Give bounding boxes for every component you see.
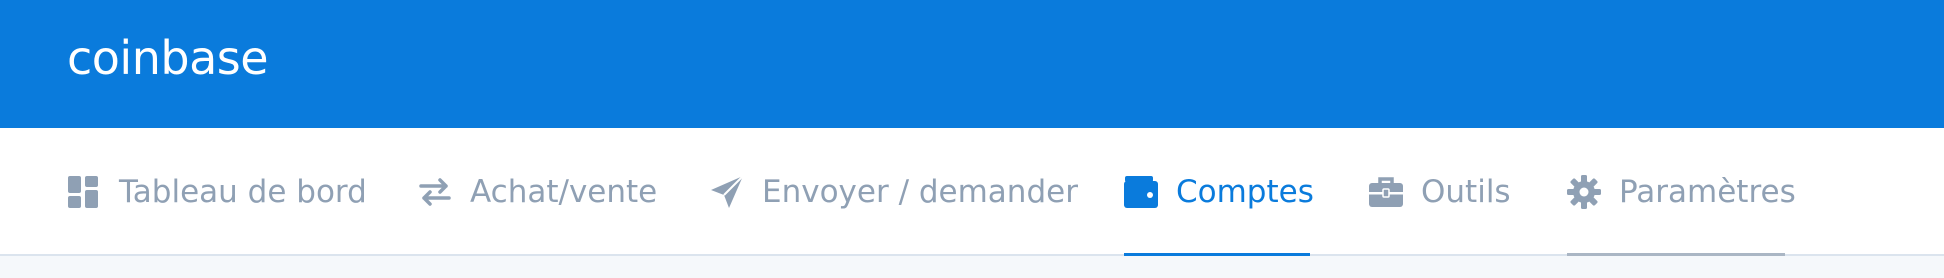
top-header: coinbase bbox=[0, 0, 1944, 128]
main-navigation: Tableau de bord Achat/vente Envoyer / de… bbox=[0, 128, 1944, 256]
tab-label: Outils bbox=[1421, 174, 1511, 210]
coinbase-logo[interactable]: coinbase bbox=[67, 30, 269, 86]
active-tab-indicator bbox=[1124, 253, 1310, 256]
gear-icon bbox=[1567, 175, 1601, 209]
tab-label: Achat/vente bbox=[470, 174, 658, 210]
briefcase-icon bbox=[1369, 175, 1403, 209]
tab-label: Tableau de bord bbox=[119, 174, 367, 210]
tab-send-request[interactable]: Envoyer / demander bbox=[710, 128, 1078, 256]
tab-accounts[interactable]: Comptes bbox=[1124, 128, 1314, 256]
tab-label: Envoyer / demander bbox=[762, 174, 1078, 210]
hover-tab-indicator bbox=[1567, 253, 1785, 256]
tab-label: Paramètres bbox=[1619, 174, 1796, 210]
dashboard-icon bbox=[67, 175, 101, 209]
tab-dashboard[interactable]: Tableau de bord bbox=[67, 128, 367, 256]
tab-label: Comptes bbox=[1176, 174, 1314, 210]
swap-arrows-icon bbox=[418, 175, 452, 209]
paper-plane-icon bbox=[710, 175, 744, 209]
tab-buy-sell[interactable]: Achat/vente bbox=[418, 128, 657, 256]
wallet-icon bbox=[1124, 175, 1158, 209]
tab-tools[interactable]: Outils bbox=[1369, 128, 1511, 256]
tab-settings[interactable]: Paramètres bbox=[1567, 128, 1796, 256]
